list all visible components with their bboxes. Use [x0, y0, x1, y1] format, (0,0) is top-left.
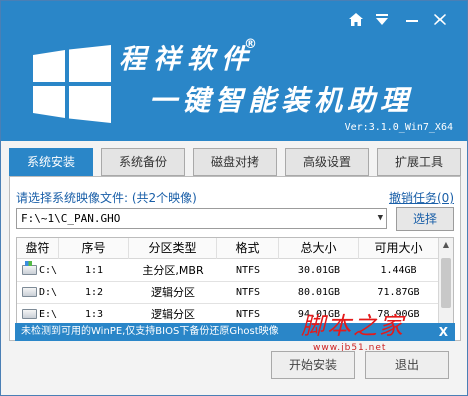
menu-icon[interactable] [369, 7, 395, 33]
registered-mark: ® [244, 37, 257, 52]
column-header-free[interactable]: 可用大小 [359, 238, 438, 259]
image-prompt: 请选择系统映像文件: (共2个映像) [16, 191, 197, 205]
cell-type: 主分区,MBR [142, 264, 204, 277]
start-install-button[interactable]: 开始安装 [271, 351, 355, 379]
scroll-up-icon[interactable]: ▲ [439, 238, 453, 252]
cell-format: NTFS [235, 265, 261, 276]
cell-free: 1.44GB [380, 265, 417, 276]
image-path-select[interactable]: F:\~1\C_PAN.GHO ▼ [16, 208, 387, 229]
column-header-index[interactable]: 序号 [59, 238, 129, 259]
cell-format: NTFS [235, 287, 261, 298]
tab-bar: 系统安装 系统备份 磁盘对拷 高级设置 扩展工具 [9, 148, 461, 176]
scroll-thumb[interactable] [441, 258, 451, 308]
app-window: 程祥软件 ® 一键智能装机助理 Ver:3.1.0_Win7_X64 系统安装 … [0, 0, 468, 396]
tab-disk-copy[interactable]: 磁盘对拷 [193, 148, 277, 176]
header-banner: 程祥软件 ® 一键智能装机助理 Ver:3.1.0_Win7_X64 [1, 1, 467, 141]
chevron-down-icon[interactable]: ▼ [378, 209, 383, 228]
drive-icon [22, 287, 37, 297]
home-icon[interactable] [343, 7, 369, 33]
cell-index: 1:2 [84, 287, 104, 298]
table-row[interactable]: D:\ 1:2 逻辑分区 NTFS 80.01GB 71.87GB [17, 282, 438, 304]
image-path-value: F:\~1\C_PAN.GHO [21, 212, 121, 225]
cell-index: 1:1 [84, 265, 104, 276]
table-header: 盘符 序号 分区类型 格式 总大小 可用大小 [17, 238, 438, 259]
close-icon[interactable] [427, 7, 453, 33]
cell-drive: D:\ [38, 287, 58, 298]
brand-name: 程祥软件 [119, 44, 255, 75]
minimize-icon[interactable] [399, 7, 425, 33]
cell-type: 逻辑分区 [151, 286, 195, 299]
system-drive-icon [22, 261, 37, 275]
status-close-icon[interactable]: X [439, 323, 448, 341]
column-header-type[interactable]: 分区类型 [129, 238, 217, 259]
status-message: 未检测到可用的WinPE,仅支持BIOS下备份还原Ghost映像 [21, 326, 279, 337]
tab-advanced-settings[interactable]: 高级设置 [285, 148, 369, 176]
column-header-total[interactable]: 总大小 [279, 238, 359, 259]
tab-system-backup[interactable]: 系统备份 [101, 148, 185, 176]
tab-system-install[interactable]: 系统安装 [9, 148, 93, 176]
browse-button[interactable]: 选择 [396, 207, 454, 231]
column-header-format[interactable]: 格式 [217, 238, 279, 259]
version-label: Ver:3.1.0_Win7_X64 [344, 122, 453, 133]
cell-drive: C:\ [38, 265, 58, 276]
windows-logo-icon [33, 45, 111, 123]
cancel-task-link[interactable]: 撤销任务(0) [389, 189, 454, 206]
cell-total: 80.01GB [297, 287, 341, 298]
table-row[interactable]: C:\ 1:1 主分区,MBR NTFS 30.01GB 1.44GB [17, 260, 438, 282]
watermark-text: 脚本之家 [301, 312, 405, 340]
exit-button[interactable]: 退出 [365, 351, 449, 379]
column-header-drive[interactable]: 盘符 [17, 238, 59, 259]
drive-icon [22, 309, 37, 319]
tagline: 一键智能装机助理 [149, 84, 414, 117]
tab-extension-tools[interactable]: 扩展工具 [377, 148, 461, 176]
cell-free: 71.87GB [377, 287, 420, 298]
cell-total: 30.01GB [297, 265, 341, 276]
